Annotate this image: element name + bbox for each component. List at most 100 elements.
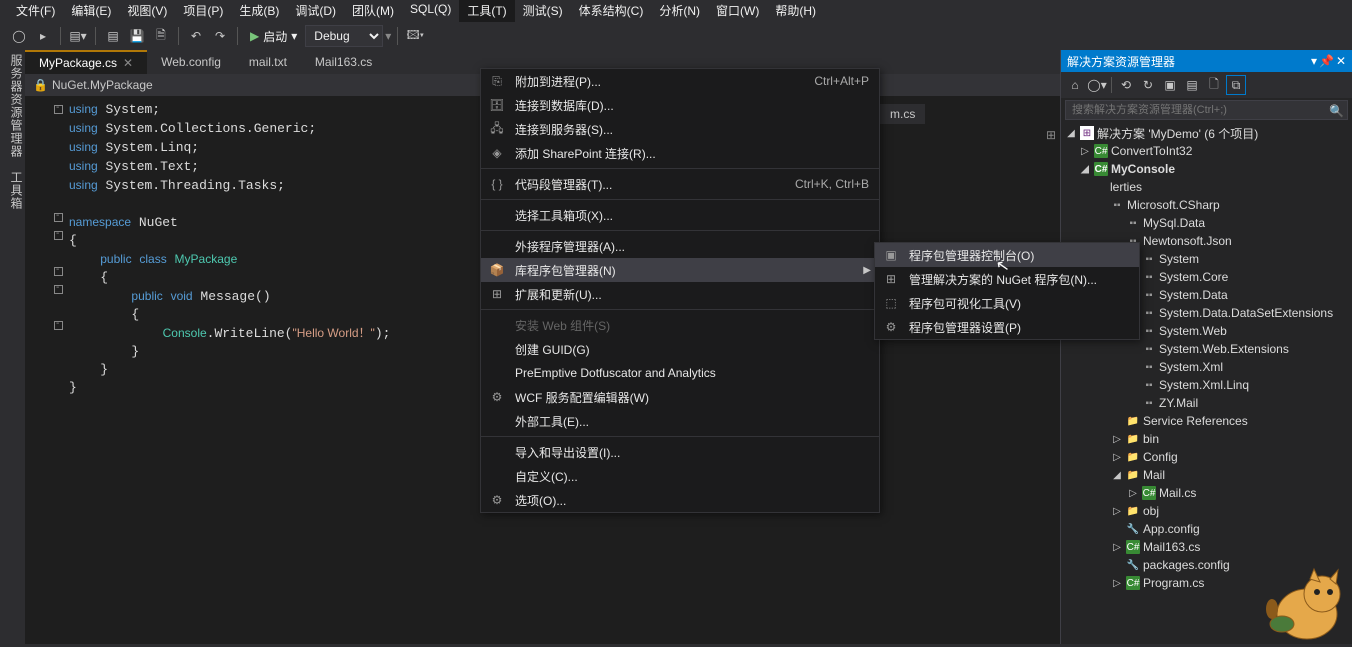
menu-item-附加到进程(P)[interactable]: ⎘附加到进程(P)...Ctrl+Alt+P xyxy=(481,69,879,93)
close-icon[interactable]: ✕ xyxy=(1336,54,1346,68)
menu-item-管理解决方案的[interactable]: ⊞管理解决方案的 NuGet 程序包(N)... xyxy=(875,267,1139,291)
menu-团队[interactable]: 团队(M) xyxy=(344,0,402,22)
tree-item-ConvertToInt32[interactable]: ▷C#ConvertToInt32 xyxy=(1061,142,1352,160)
menu-item-选项(O)...[interactable]: ⚙选项(O)... xyxy=(481,488,879,512)
tree-item-Program.cs[interactable]: ▷C#Program.cs xyxy=(1061,574,1352,592)
tab-label: MyPackage.cs xyxy=(39,56,117,70)
tree-item-packages.config[interactable]: 🔧packages.config xyxy=(1061,556,1352,574)
tree-item-Microsoft.CSharp[interactable]: ▪▪Microsoft.CSharp xyxy=(1061,196,1352,214)
preview-icon[interactable]: ⧉ xyxy=(1226,75,1246,95)
new-icon[interactable]: ▤▾ xyxy=(67,25,89,47)
menu-item-代码段管理器(T[interactable]: { }代码段管理器(T)...Ctrl+K, Ctrl+B xyxy=(481,172,879,196)
close-icon[interactable]: ✕ xyxy=(123,56,133,70)
menu-编辑[interactable]: 编辑(E) xyxy=(63,0,119,22)
expand-icon[interactable]: ▷ xyxy=(1111,542,1123,553)
menu-item-扩展和更新(U)[interactable]: ⊞扩展和更新(U)... xyxy=(481,282,879,306)
back-icon[interactable]: ◯▾ xyxy=(1087,75,1107,95)
tab-extra[interactable]: m.cs xyxy=(880,104,925,124)
home-icon[interactable]: ⌂ xyxy=(1065,75,1085,95)
menu-工具[interactable]: 工具(T) xyxy=(459,0,514,22)
save-icon[interactable]: 💾 xyxy=(126,25,148,47)
tab-mail.txt[interactable]: mail.txt xyxy=(235,50,301,74)
gear-icon: ⚙ xyxy=(881,320,901,334)
expand-icon[interactable]: ▷ xyxy=(1111,578,1123,589)
tab-Web.config[interactable]: Web.config xyxy=(147,50,235,74)
tree-item-bin[interactable]: ▷📁bin xyxy=(1061,430,1352,448)
tab-Mail163.cs[interactable]: Mail163.cs xyxy=(301,50,386,74)
tree-item-Config[interactable]: ▷📁Config xyxy=(1061,448,1352,466)
search-input[interactable] xyxy=(1065,100,1348,120)
back-icon[interactable]: ◯ xyxy=(8,25,30,47)
dropdown-icon[interactable]: ▾ xyxy=(1311,54,1317,68)
expand-icon[interactable]: ◢ xyxy=(1111,470,1123,481)
menu-文件[interactable]: 文件(F) xyxy=(8,0,63,22)
menu-item-外部工具(E).[interactable]: 外部工具(E)... xyxy=(481,409,879,433)
browser-icon[interactable]: 🖾▾ xyxy=(404,25,426,47)
expand-icon[interactable]: ◢ xyxy=(1079,164,1091,175)
tree-item-MySql.Data[interactable]: ▪▪MySql.Data xyxy=(1061,214,1352,232)
split-icon[interactable]: ⊞ xyxy=(1046,128,1056,142)
menu-帮助[interactable]: 帮助(H) xyxy=(767,0,824,22)
menu-item-选择工具箱项(X[interactable]: 选择工具箱项(X)... xyxy=(481,203,879,227)
menu-item-连接到服务器(S[interactable]: 🖧连接到服务器(S)... xyxy=(481,117,879,141)
tree-item-Mail[interactable]: ◢📁Mail xyxy=(1061,466,1352,484)
tree-item-App.config[interactable]: 🔧App.config xyxy=(1061,520,1352,538)
menu-item-PreEmpti[interactable]: PreEmptive Dotfuscator and Analytics xyxy=(481,361,879,385)
menu-视图[interactable]: 视图(V) xyxy=(119,0,175,22)
menu-调试[interactable]: 调试(D) xyxy=(287,0,344,22)
menu-item-WCF 服务配置[interactable]: ⚙WCF 服务配置编辑器(W) xyxy=(481,385,879,409)
menu-分析[interactable]: 分析(N) xyxy=(651,0,708,22)
sync-icon[interactable]: ⟲ xyxy=(1116,75,1136,95)
open-icon[interactable]: ▤ xyxy=(102,25,124,47)
tree-item-ZY.Mail[interactable]: ▪▪ZY.Mail xyxy=(1061,394,1352,412)
menu-item-创建 GUID([interactable]: 创建 GUID(G) xyxy=(481,337,879,361)
config-select[interactable]: Debug xyxy=(305,25,383,47)
tree-item-MyConsole[interactable]: ◢C#MyConsole xyxy=(1061,160,1352,178)
menu-item-连接到数据库(D[interactable]: 🗄连接到数据库(D)... xyxy=(481,93,879,117)
redo-icon[interactable]: ↷ xyxy=(209,25,231,47)
menu-SQL[interactable]: SQL(Q) xyxy=(402,0,459,22)
pin-icon[interactable]: 📌 xyxy=(1319,54,1334,68)
refresh-icon[interactable]: ↻ xyxy=(1138,75,1158,95)
menu-item-程序包管理器设置[interactable]: ⚙程序包管理器设置(P) xyxy=(875,315,1139,339)
show-all-icon[interactable]: ▤ xyxy=(1182,75,1202,95)
tree-item-Mail163.cs[interactable]: ▷C#Mail163.cs xyxy=(1061,538,1352,556)
menu-item-导入和导出设置([interactable]: 导入和导出设置(I)... xyxy=(481,440,879,464)
panel-title: 解决方案资源管理器 ▾ 📌 ✕ xyxy=(1061,50,1352,72)
tree-item-System.Web.Extensions[interactable]: ▪▪System.Web.Extensions xyxy=(1061,340,1352,358)
tree-label: Newtonsoft.Json xyxy=(1143,234,1232,248)
tree-item-Mail.cs[interactable]: ▷C#Mail.cs xyxy=(1061,484,1352,502)
start-button[interactable]: ▶ 启动 ▾ xyxy=(244,26,303,47)
expand-icon[interactable]: ▷ xyxy=(1111,506,1123,517)
expand-icon[interactable]: ◢ xyxy=(1065,128,1077,139)
menu-item-外接程序管理器([interactable]: 外接程序管理器(A)... xyxy=(481,234,879,258)
menu-测试[interactable]: 测试(S) xyxy=(515,0,571,22)
expand-icon[interactable]: ▷ xyxy=(1079,146,1091,157)
menu-item-添加 Share[interactable]: ◈添加 SharePoint 连接(R)... xyxy=(481,141,879,165)
menu-体系结构[interactable]: 体系结构(C) xyxy=(571,0,652,22)
tree-item-解决方案 'MyDemo' (6 个项目)[interactable]: ◢⊞解决方案 'MyDemo' (6 个项目) xyxy=(1061,124,1352,142)
menu-item-程序包可视化工具[interactable]: ⬚程序包可视化工具(V) xyxy=(875,291,1139,315)
tab-MyPackage.cs[interactable]: MyPackage.cs ✕ xyxy=(25,50,147,74)
menu-窗口[interactable]: 窗口(W) xyxy=(708,0,767,22)
menu-生成[interactable]: 生成(B) xyxy=(231,0,287,22)
expand-icon[interactable]: ▷ xyxy=(1111,452,1123,463)
collapse-icon[interactable]: ▣ xyxy=(1160,75,1180,95)
server-icon: 🖧 xyxy=(487,119,507,140)
menu-item-库程序包管理器([interactable]: 📦库程序包管理器(N)▶ xyxy=(481,258,879,282)
menu-项目[interactable]: 项目(P) xyxy=(175,0,231,22)
save-all-icon[interactable]: 🗎 xyxy=(150,25,172,47)
tree-item-System.Xml.Linq[interactable]: ▪▪System.Xml.Linq xyxy=(1061,376,1352,394)
menu-item-程序包管理器控制[interactable]: ▣程序包管理器控制台(O) xyxy=(875,243,1139,267)
tree-item-System.Xml[interactable]: ▪▪System.Xml xyxy=(1061,358,1352,376)
tree-item-obj[interactable]: ▷📁obj xyxy=(1061,502,1352,520)
expand-icon[interactable]: ▷ xyxy=(1127,488,1139,499)
properties-icon[interactable]: 🗋 xyxy=(1204,75,1224,95)
tree-item-Service References[interactable]: 📁Service References xyxy=(1061,412,1352,430)
forward-icon[interactable]: ▸ xyxy=(32,25,54,47)
vertical-tabs[interactable]: 服务器资源管理器 工具箱 xyxy=(0,50,25,644)
expand-icon[interactable]: ▷ xyxy=(1111,434,1123,445)
menu-item-自定义(C)..[interactable]: 自定义(C)... xyxy=(481,464,879,488)
tree-item-lerties[interactable]: lerties xyxy=(1061,178,1352,196)
undo-icon[interactable]: ↶ xyxy=(185,25,207,47)
